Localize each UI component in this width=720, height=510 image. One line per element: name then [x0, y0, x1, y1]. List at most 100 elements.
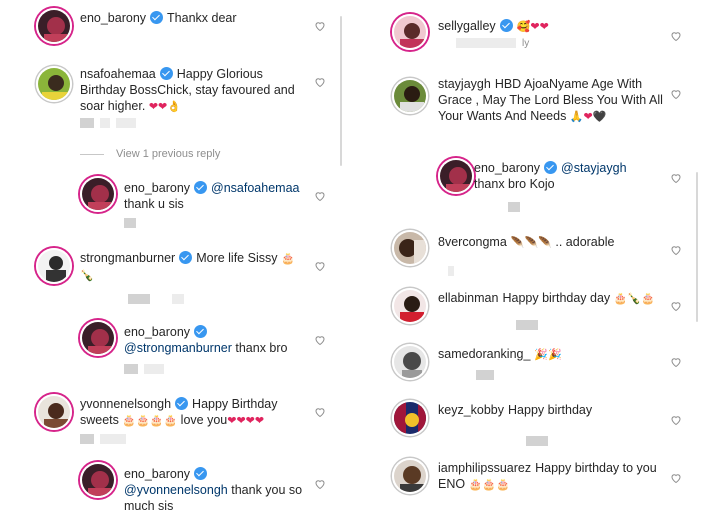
like-heart-icon[interactable] [314, 406, 326, 418]
avatar[interactable] [36, 394, 72, 430]
divider [80, 153, 104, 155]
username[interactable]: eno_barony [124, 325, 190, 339]
like-heart-icon[interactable] [314, 76, 326, 88]
verified-badge-icon [499, 19, 513, 32]
verified-badge-icon [150, 11, 164, 24]
username[interactable]: ellabinman [438, 291, 498, 305]
verified-badge-icon [194, 467, 208, 480]
like-heart-icon[interactable] [670, 300, 682, 312]
like-heart-icon[interactable] [670, 172, 682, 184]
avatar[interactable] [438, 158, 474, 194]
verified-badge-icon [194, 181, 208, 194]
comment-meta [516, 316, 544, 330]
verified-badge-icon [159, 67, 173, 80]
comment-text-line2: Birthday BossChick, stay favoured and [80, 83, 295, 97]
comment-text-line1: HBD AjoaNyame Age With [494, 77, 643, 91]
like-heart-icon[interactable] [670, 30, 682, 42]
like-heart-icon[interactable] [670, 472, 682, 484]
hearts-emoji: ❤❤👌 [148, 100, 181, 113]
comment-meta [80, 430, 132, 444]
username[interactable]: eno_barony [124, 467, 190, 481]
comment-meta [526, 432, 554, 446]
comment-text-line2: sweets [80, 413, 119, 427]
like-heart-icon[interactable] [670, 414, 682, 426]
username[interactable]: iamphilipssuarez [438, 461, 531, 475]
cakes-emoji: 🎂🎂🎂 [468, 478, 510, 491]
comments-panel-right: sellygalley 🥰❤❤ ly stayjaygh HBD AjoaNyame… [368, 0, 720, 510]
username[interactable]: keyz_kobby [438, 403, 504, 417]
comment-text: Thankx dear [167, 11, 237, 25]
comment-text-line2: ENO [438, 477, 466, 491]
comment-text: Happy birthday [508, 403, 593, 417]
comment-text: Happy birthday day [502, 291, 611, 305]
mention-link[interactable]: @stayjaygh [561, 161, 627, 175]
avatar[interactable] [80, 320, 116, 356]
comments-panel-left: eno_barony Thankx dear nsafoahemaa Happy G… [0, 0, 352, 510]
avatar[interactable] [36, 8, 72, 44]
username[interactable]: yvonnenelsongh [80, 397, 171, 411]
avatar[interactable] [36, 66, 72, 102]
avatar[interactable] [392, 458, 428, 494]
comment-meta [124, 214, 142, 228]
comment-text-line3: soar higher. [80, 99, 146, 113]
emoji: 🥰❤❤ [516, 20, 549, 33]
verified-badge-icon [544, 161, 558, 174]
username[interactable]: nsafoahemaa [80, 67, 156, 81]
cakes-emoji: 🎂🎂🎂🎂 [122, 414, 178, 427]
mention-link[interactable]: @strongmanburner [124, 341, 232, 355]
like-heart-icon[interactable] [314, 478, 326, 490]
comment-text: thanx bro [235, 341, 288, 355]
cake-emoji: 🎂 [280, 252, 295, 265]
comment-meta [448, 262, 460, 276]
comment-meta [80, 114, 142, 128]
comment-text-after: love you [180, 413, 228, 427]
comment-text-line1: Happy Birthday [192, 397, 278, 411]
scrollbar-left[interactable] [340, 16, 342, 166]
comment-text: More life Sissy [196, 251, 278, 265]
feather-emoji: 🪶🪶🪶 [510, 236, 552, 249]
comment-text-line1: Happy birthday to you [535, 461, 657, 475]
bottle-emoji: 🍾 [80, 269, 94, 282]
avatar[interactable] [392, 400, 428, 436]
like-heart-icon[interactable] [314, 334, 326, 346]
verified-badge-icon [194, 325, 208, 338]
username[interactable]: eno_barony [124, 181, 190, 195]
comment-text-line1: Happy Glorious [176, 67, 263, 81]
comment-meta [124, 360, 170, 374]
verified-badge-icon [179, 251, 193, 264]
view-previous-replies-link[interactable]: View 1 previous reply [80, 148, 220, 160]
party-emoji: 🎉🎉 [534, 348, 562, 361]
avatar[interactable] [80, 462, 116, 498]
like-heart-icon[interactable] [314, 190, 326, 202]
username[interactable]: eno_barony [474, 161, 540, 175]
avatar[interactable] [392, 288, 428, 324]
like-heart-icon[interactable] [670, 244, 682, 256]
like-heart-icon[interactable] [314, 20, 326, 32]
comment-meta [508, 198, 526, 212]
username[interactable]: samedoranking_ [438, 347, 530, 361]
avatar[interactable] [80, 176, 116, 212]
comment-text: thanx bro Kojo [474, 177, 555, 191]
scrollbar-right[interactable] [696, 172, 698, 322]
username[interactable]: sellygalley [438, 19, 496, 33]
username[interactable]: stayjaygh [438, 77, 491, 91]
avatar[interactable] [392, 344, 428, 380]
avatar[interactable] [392, 14, 428, 50]
username[interactable]: 8vercongma [438, 235, 507, 249]
username[interactable]: strongmanburner [80, 251, 175, 265]
like-heart-icon[interactable] [670, 88, 682, 100]
comment-text-line2: Grace , May The Lord Bless You With All [438, 93, 663, 107]
mention-link[interactable]: @yvonnenelsongh [124, 483, 228, 497]
username[interactable]: eno_barony [80, 11, 146, 25]
mention-link[interactable]: @nsafoahemaa [211, 181, 299, 195]
like-heart-icon[interactable] [314, 260, 326, 272]
emoji: 🎂🍾🎂 [613, 292, 655, 305]
comment-meta: ly [456, 38, 529, 49]
comment-text-line1: thank you so [231, 483, 303, 497]
comment-meta [476, 366, 500, 380]
avatar[interactable] [392, 78, 428, 114]
avatar[interactable] [36, 248, 72, 284]
like-heart-icon[interactable] [670, 356, 682, 368]
verified-badge-icon [175, 397, 189, 410]
avatar[interactable] [392, 230, 428, 266]
